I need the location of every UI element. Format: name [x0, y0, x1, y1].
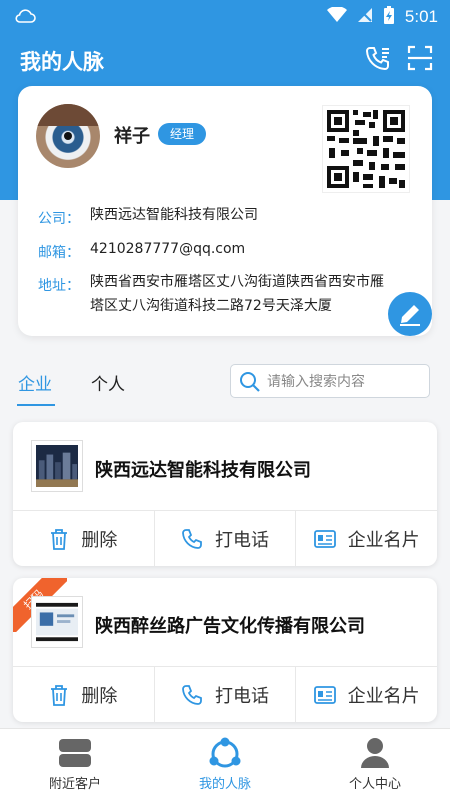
- profile-card: 祥子 经理 公司： 陕西远达智能科技有限公司 邮箱： 4210287777@qq…: [18, 86, 432, 336]
- id-card-icon: [313, 685, 336, 704]
- contacts-phone-icon[interactable]: [364, 44, 392, 76]
- phone-icon: [182, 528, 202, 549]
- nearby-icon: [58, 737, 92, 773]
- trash-icon: [51, 684, 68, 706]
- business-card-button[interactable]: 企业名片: [296, 667, 437, 722]
- company-label: 公司：: [38, 211, 80, 227]
- nav-network-label: 我的人脉: [198, 777, 251, 792]
- title-bar: 我的人脉: [0, 40, 450, 80]
- avatar-eyelid: [36, 104, 100, 126]
- company-logo: [31, 596, 83, 648]
- cloud-icon: [14, 8, 36, 28]
- tab-bar: 企业 个人: [0, 362, 450, 408]
- avatar[interactable]: [36, 104, 100, 168]
- tab-enterprise[interactable]: 企业: [18, 370, 52, 395]
- card-actions: 删除 打电话 企业名片: [13, 511, 437, 566]
- phone-icon: [182, 684, 202, 705]
- status-bar: 5:01: [0, 0, 450, 34]
- call-label: 打电话: [215, 529, 269, 551]
- avatar-pupil: [64, 132, 72, 140]
- delete-label: 删除: [81, 685, 118, 707]
- nav-nearby-label: 附近客户: [48, 777, 101, 792]
- wifi-icon: [326, 6, 347, 27]
- nav-personal-label: 个人中心: [348, 777, 401, 792]
- email-value: 4210287777@qq.com: [90, 241, 246, 257]
- office-image: [36, 601, 78, 643]
- nav-my-network[interactable]: 我的人脉: [150, 729, 300, 800]
- search-icon: [239, 371, 261, 397]
- bottom-nav: 附近客户 我的人脉 个人中心: [0, 728, 450, 800]
- call-button[interactable]: 打电话: [155, 667, 297, 722]
- company-card[interactable]: 扫码 陕西醉丝路广告文化传播有限公司 删除 打电话 企业名片: [13, 578, 437, 722]
- no-signal-icon: [357, 7, 373, 27]
- city-night-image: [36, 445, 78, 487]
- battery-charging-icon: [383, 6, 395, 28]
- page-title: 我的人脉: [20, 50, 104, 74]
- search-input[interactable]: [267, 371, 422, 393]
- business-card-label: 企业名片: [347, 529, 420, 551]
- scan-icon[interactable]: [406, 44, 434, 76]
- company-logo: [31, 440, 83, 492]
- delete-button[interactable]: 删除: [13, 667, 155, 722]
- network-icon: [208, 737, 242, 773]
- business-card-button[interactable]: 企业名片: [296, 511, 437, 566]
- address-value: 陕西省西安市雁塔区丈八沟街道陕西省西安市雁塔区丈八沟街道科技二路72号天泽大厦: [90, 274, 384, 314]
- delete-label: 删除: [81, 529, 118, 551]
- call-label: 打电话: [215, 685, 269, 707]
- profile-name: 祥子: [114, 126, 150, 147]
- role-badge: 经理: [158, 123, 207, 145]
- company-name: 陕西远达智能科技有限公司: [95, 460, 311, 481]
- call-button[interactable]: 打电话: [155, 511, 297, 566]
- company-value: 陕西远达智能科技有限公司: [90, 207, 258, 223]
- qr-code[interactable]: [322, 105, 410, 193]
- tab-personal[interactable]: 个人: [91, 370, 125, 395]
- card-actions: 删除 打电话 企业名片: [13, 667, 437, 722]
- nav-personal-center[interactable]: 个人中心: [300, 729, 450, 800]
- tab-indicator: [17, 404, 55, 406]
- search-box[interactable]: [230, 364, 430, 398]
- delete-button[interactable]: 删除: [13, 511, 155, 566]
- company-name: 陕西醉丝路广告文化传播有限公司: [95, 616, 365, 637]
- company-card[interactable]: 陕西远达智能科技有限公司 删除 打电话 企业名片: [13, 422, 437, 566]
- trash-icon: [51, 528, 68, 550]
- edit-button[interactable]: [388, 292, 432, 336]
- person-icon: [358, 737, 392, 773]
- email-label: 邮箱：: [38, 245, 80, 261]
- address-label: 地址：: [38, 278, 80, 294]
- business-card-label: 企业名片: [347, 685, 420, 707]
- nav-nearby-customers[interactable]: 附近客户: [0, 729, 150, 800]
- status-time: 5:01: [404, 7, 438, 26]
- id-card-icon: [313, 529, 336, 548]
